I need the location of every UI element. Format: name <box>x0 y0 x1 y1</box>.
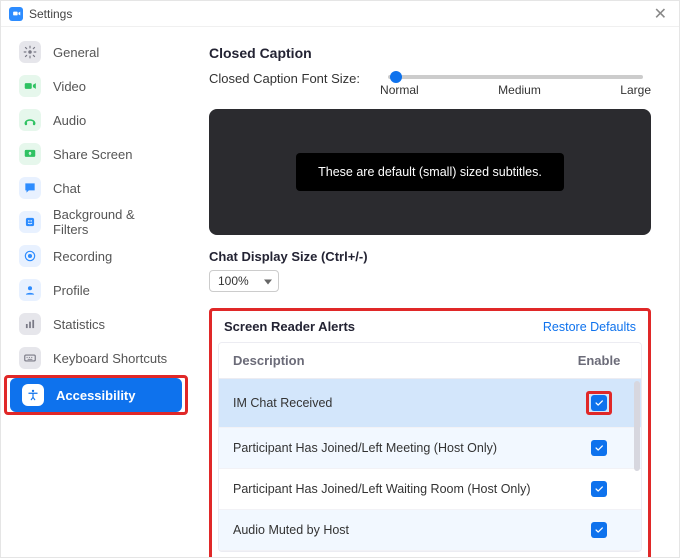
sidebar-item-audio[interactable]: Audio <box>7 103 185 137</box>
sidebar-item-accessibility[interactable]: Accessibility <box>10 378 182 412</box>
alert-enable-checkbox[interactable] <box>591 440 607 456</box>
slider-tick-large: Large <box>620 83 651 97</box>
audio-icon <box>19 109 41 131</box>
slider-thumb[interactable] <box>390 71 402 83</box>
alert-row[interactable]: IM Chat Received <box>219 379 641 428</box>
sidebar-item-label: Profile <box>53 283 90 298</box>
sidebar-item-label: Recording <box>53 249 112 264</box>
col-enable: Enable <box>571 353 627 368</box>
profile-icon <box>19 279 41 301</box>
sidebar-item-label: Share Screen <box>53 147 133 162</box>
sidebar: General Video Audio Share Screen Chat Backgro… <box>1 27 191 557</box>
sidebar-item-label: Statistics <box>53 317 105 332</box>
alert-enable-checkbox[interactable] <box>591 395 607 411</box>
caption-preview-text: These are default (small) sized subtitle… <box>296 153 564 191</box>
accessibility-icon <box>22 384 44 406</box>
alert-enable-checkbox[interactable] <box>591 522 607 538</box>
recording-icon <box>19 245 41 267</box>
alerts-scrollbar[interactable] <box>634 381 640 471</box>
general-icon <box>19 41 41 63</box>
app-icon <box>9 7 23 21</box>
slider-tick-normal: Normal <box>380 83 419 97</box>
alerts-title: Screen Reader Alerts <box>224 319 355 334</box>
chat-size-select[interactable]: 100% <box>209 270 279 292</box>
alert-row[interactable]: Participant Has Joined/Left Meeting (Hos… <box>219 428 641 469</box>
alerts-table: Description Enable IM Chat Received Parti… <box>218 342 642 552</box>
alert-row[interactable]: Participant Has Joined/Left Waiting Room… <box>219 469 641 510</box>
sidebar-item-label: Audio <box>53 113 86 128</box>
sidebar-item-profile[interactable]: Profile <box>7 273 185 307</box>
keyboard-shortcuts-icon <box>19 347 41 369</box>
alert-row[interactable]: Audio Muted by Host <box>219 510 641 551</box>
sidebar-item-chat[interactable]: Chat <box>7 171 185 205</box>
sidebar-item-video[interactable]: Video <box>7 69 185 103</box>
font-size-slider[interactable] <box>388 75 643 79</box>
sidebar-item-label: Accessibility <box>56 388 136 403</box>
alert-enable-checkbox[interactable] <box>591 481 607 497</box>
font-size-label: Closed Caption Font Size: <box>209 69 360 86</box>
background-filters-icon <box>19 211 41 233</box>
screen-reader-alerts-section: Screen Reader Alerts Restore Defaults De… <box>209 308 651 557</box>
alert-desc: IM Chat Received <box>233 396 571 410</box>
window-title: Settings <box>29 7 650 21</box>
video-icon <box>19 75 41 97</box>
alert-desc: Participant Has Joined/Left Waiting Room… <box>233 482 571 496</box>
share-screen-icon <box>19 143 41 165</box>
sidebar-item-share-screen[interactable]: Share Screen <box>7 137 185 171</box>
statistics-icon <box>19 313 41 335</box>
sidebar-item-label: Background & Filters <box>53 207 173 237</box>
sidebar-item-general[interactable]: General <box>7 35 185 69</box>
close-icon[interactable]: ✕ <box>650 4 671 24</box>
alert-desc: Participant Has Joined/Left Meeting (Hos… <box>233 441 571 455</box>
caption-preview: These are default (small) sized subtitle… <box>209 109 651 235</box>
chat-size-label: Chat Display Size (Ctrl+/-) <box>209 249 651 264</box>
sidebar-item-keyboard-shortcuts[interactable]: Keyboard Shortcuts <box>7 341 185 375</box>
main-panel: Closed Caption Closed Caption Font Size:… <box>191 27 679 557</box>
sidebar-item-label: Video <box>53 79 86 94</box>
sidebar-item-label: Keyboard Shortcuts <box>53 351 167 366</box>
col-description: Description <box>233 353 571 368</box>
sidebar-item-label: Chat <box>53 181 80 196</box>
sidebar-item-label: General <box>53 45 99 60</box>
sidebar-item-recording[interactable]: Recording <box>7 239 185 273</box>
restore-defaults-link[interactable]: Restore Defaults <box>543 320 636 334</box>
titlebar: Settings ✕ <box>1 1 679 27</box>
closed-caption-title: Closed Caption <box>209 45 651 61</box>
sidebar-item-background-filters[interactable]: Background & Filters <box>7 205 185 239</box>
chat-icon <box>19 177 41 199</box>
sidebar-item-statistics[interactable]: Statistics <box>7 307 185 341</box>
alert-desc: Audio Muted by Host <box>233 523 571 537</box>
slider-tick-medium: Medium <box>498 83 541 97</box>
